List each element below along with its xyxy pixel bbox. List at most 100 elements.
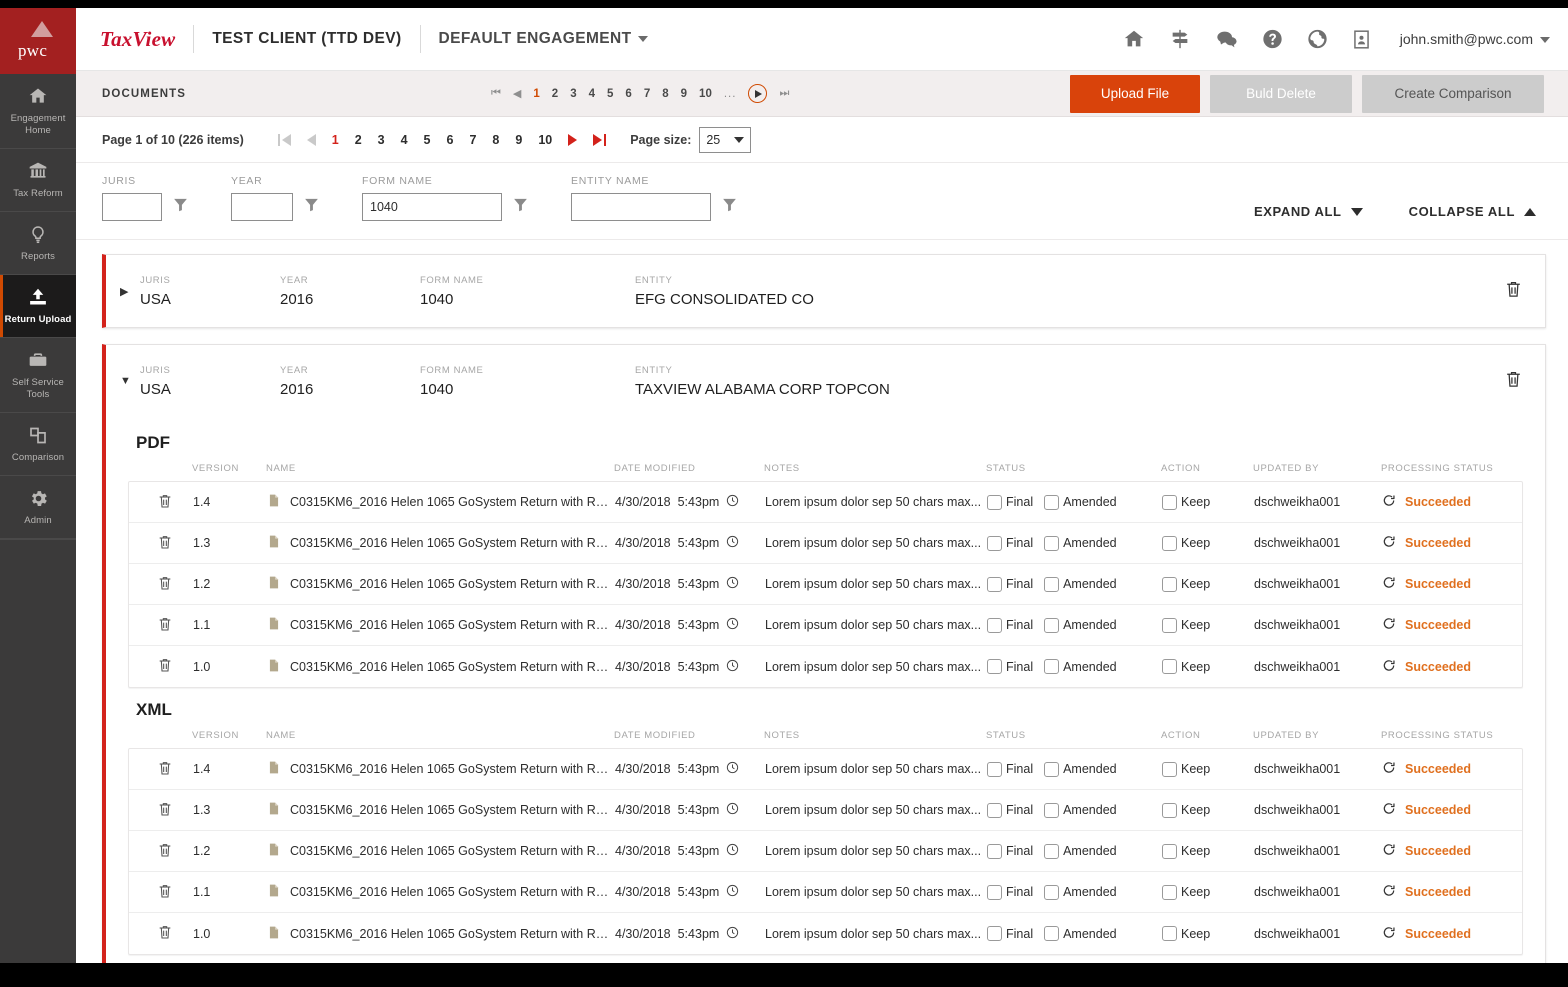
cell-file-name[interactable]: C0315KM6_2016 Helen 1065 GoSystem Return… <box>290 577 615 591</box>
checkbox-box[interactable] <box>1162 885 1177 900</box>
filter-funnel-icon[interactable] <box>172 196 189 218</box>
keep-checkbox[interactable]: Keep <box>1162 844 1210 859</box>
prev-page-icon[interactable]: ◀ <box>513 87 521 100</box>
table-row[interactable]: 1.4C0315KM6_2016 Helen 1065 GoSystem Ret… <box>129 749 1522 790</box>
refresh-icon[interactable] <box>1382 801 1396 819</box>
checkbox-box[interactable] <box>987 926 1002 941</box>
keep-checkbox[interactable]: Keep <box>1162 495 1210 510</box>
checkbox-box[interactable] <box>1044 762 1059 777</box>
sidebar-item-self-service-tools[interactable]: Self Service Tools <box>0 338 76 413</box>
page-link-3[interactable]: 3 <box>570 88 576 100</box>
final-checkbox[interactable]: Final <box>987 659 1033 674</box>
final-checkbox[interactable]: Final <box>987 536 1033 551</box>
cell-file-name[interactable]: C0315KM6_2016 Helen 1065 GoSystem Return… <box>290 927 615 941</box>
final-checkbox[interactable]: Final <box>987 844 1033 859</box>
checkbox-box[interactable] <box>1044 659 1059 674</box>
collapse-all-button[interactable]: COLLAPSE ALL <box>1409 204 1536 219</box>
cell-file-name[interactable]: C0315KM6_2016 Helen 1065 GoSystem Return… <box>290 762 615 776</box>
checkbox-box[interactable] <box>1044 926 1059 941</box>
checkbox-box[interactable] <box>1044 536 1059 551</box>
cell-file-name[interactable]: C0315KM6_2016 Helen 1065 GoSystem Return… <box>290 844 615 858</box>
checkbox-box[interactable] <box>1162 844 1177 859</box>
table-row[interactable]: 1.3C0315KM6_2016 Helen 1065 GoSystem Ret… <box>129 523 1522 564</box>
amended-checkbox[interactable]: Amended <box>1044 618 1117 633</box>
page-link-4[interactable]: 4 <box>401 133 408 147</box>
checkbox-box[interactable] <box>987 618 1002 633</box>
final-checkbox[interactable]: Final <box>987 885 1033 900</box>
page-link-4[interactable]: 4 <box>589 88 595 100</box>
prev-page-button[interactable] <box>307 134 316 146</box>
refresh-icon[interactable] <box>1382 925 1396 943</box>
cell-file-name[interactable]: C0315KM6_2016 Helen 1065 GoSystem Return… <box>290 536 615 550</box>
page-link-9[interactable]: 9 <box>681 88 687 100</box>
keep-checkbox[interactable]: Keep <box>1162 618 1210 633</box>
sidebar-item-tax-reform[interactable]: Tax Reform <box>0 149 76 212</box>
table-row[interactable]: 1.3C0315KM6_2016 Helen 1065 GoSystem Ret… <box>129 790 1522 831</box>
table-row[interactable]: 1.1C0315KM6_2016 Helen 1065 GoSystem Ret… <box>129 605 1522 646</box>
amended-checkbox[interactable]: Amended <box>1044 762 1117 777</box>
page-link-10[interactable]: 10 <box>699 88 712 100</box>
keep-checkbox[interactable]: Keep <box>1162 577 1210 592</box>
delete-row-icon[interactable] <box>157 923 173 944</box>
final-checkbox[interactable]: Final <box>987 926 1033 941</box>
document-card-header[interactable]: ▶ JURIS USA YEAR 2016 FORM NAME 1040 EN <box>106 255 1545 327</box>
checkbox-box[interactable] <box>987 803 1002 818</box>
table-row[interactable]: 1.0C0315KM6_2016 Helen 1065 GoSystem Ret… <box>129 913 1522 954</box>
create-comparison-button[interactable]: Create Comparison <box>1362 75 1544 113</box>
amended-checkbox[interactable]: Amended <box>1044 926 1117 941</box>
cell-file-name[interactable]: C0315KM6_2016 Helen 1065 GoSystem Return… <box>290 495 615 509</box>
year-filter-input[interactable] <box>231 193 293 221</box>
keep-checkbox[interactable]: Keep <box>1162 803 1210 818</box>
next-page-button[interactable] <box>568 134 577 146</box>
help-icon[interactable] <box>1261 28 1284 50</box>
checkbox-box[interactable] <box>987 762 1002 777</box>
filter-funnel-icon[interactable] <box>303 196 320 218</box>
checkbox-box[interactable] <box>1162 618 1177 633</box>
table-row[interactable]: 1.2C0315KM6_2016 Helen 1065 GoSystem Ret… <box>129 831 1522 872</box>
checkbox-box[interactable] <box>987 495 1002 510</box>
form-name-filter-input[interactable] <box>362 193 502 221</box>
checkbox-box[interactable] <box>1044 844 1059 859</box>
cell-file-name[interactable]: C0315KM6_2016 Helen 1065 GoSystem Return… <box>290 803 615 817</box>
final-checkbox[interactable]: Final <box>987 618 1033 633</box>
amended-checkbox[interactable]: Amended <box>1044 495 1117 510</box>
checkbox-box[interactable] <box>1162 803 1177 818</box>
refresh-icon[interactable] <box>1382 493 1396 511</box>
checkbox-box[interactable] <box>1044 577 1059 592</box>
page-link-7[interactable]: 7 <box>644 88 650 100</box>
page-link-9[interactable]: 9 <box>515 133 522 147</box>
next-page-button[interactable] <box>748 84 767 103</box>
page-link-1[interactable]: 1 <box>332 133 339 147</box>
entity-name-filter-input[interactable] <box>571 193 711 221</box>
refresh-icon[interactable] <box>1382 760 1396 778</box>
refresh-icon[interactable] <box>1382 658 1396 676</box>
checkbox-box[interactable] <box>1044 618 1059 633</box>
signpost-icon[interactable] <box>1168 28 1192 50</box>
keep-checkbox[interactable]: Keep <box>1162 762 1210 777</box>
sidebar-item-reports[interactable]: Reports <box>0 212 76 275</box>
delete-row-icon[interactable] <box>157 615 173 636</box>
page-link-1[interactable]: 1 <box>533 88 539 100</box>
table-row[interactable]: 1.2C0315KM6_2016 Helen 1065 GoSystem Ret… <box>129 564 1522 605</box>
sidebar-item-return-upload[interactable]: Return Upload <box>0 275 76 338</box>
page-link-6[interactable]: 6 <box>625 88 631 100</box>
sidebar-item-admin[interactable]: Admin <box>0 476 76 539</box>
filter-funnel-icon[interactable] <box>512 196 529 218</box>
page-link-8[interactable]: 8 <box>662 88 668 100</box>
delete-row-icon[interactable] <box>157 574 173 595</box>
delete-row-icon[interactable] <box>157 533 173 554</box>
bulk-delete-button[interactable]: Buld Delete <box>1210 75 1352 113</box>
upload-file-button[interactable]: Upload File <box>1070 75 1200 113</box>
delete-row-icon[interactable] <box>157 656 173 677</box>
amended-checkbox[interactable]: Amended <box>1044 577 1117 592</box>
page-link-7[interactable]: 7 <box>469 133 476 147</box>
page-link-8[interactable]: 8 <box>492 133 499 147</box>
refresh-icon[interactable] <box>1382 883 1396 901</box>
delete-card-icon[interactable] <box>1504 368 1523 395</box>
engagement-selector[interactable]: DEFAULT ENGAGEMENT <box>439 30 649 48</box>
filter-funnel-icon[interactable] <box>721 196 738 218</box>
pwc-logo[interactable]: pwc <box>0 8 76 74</box>
final-checkbox[interactable]: Final <box>987 762 1033 777</box>
first-page-icon[interactable]: ⏮ <box>491 87 501 100</box>
delete-row-icon[interactable] <box>157 759 173 780</box>
